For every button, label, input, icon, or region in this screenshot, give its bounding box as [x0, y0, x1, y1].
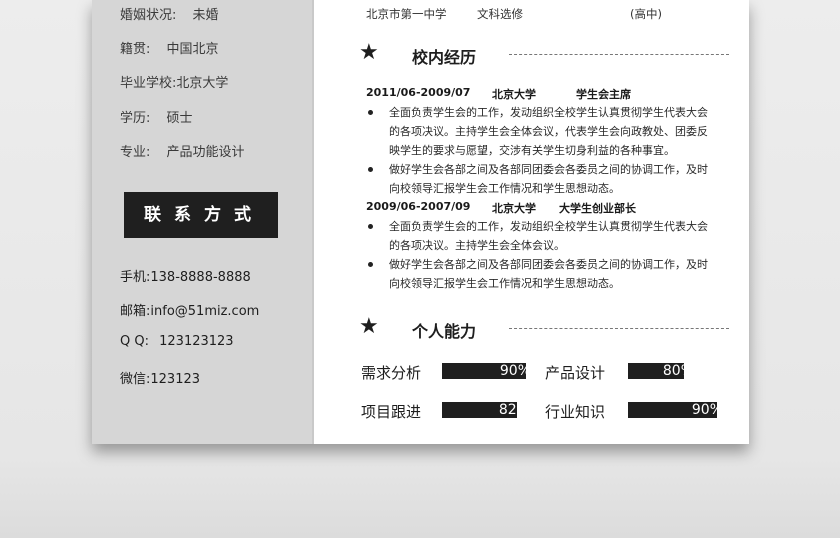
qq-value: 123123123: [159, 334, 234, 349]
school-value: 北京大学: [176, 76, 229, 91]
education-school: 北京市第一中学: [366, 7, 447, 21]
major-value: 产品功能设计: [166, 145, 245, 160]
hometown-label: 籍贯:: [120, 42, 151, 57]
job-2-role: 大学生创业部长: [559, 202, 636, 215]
skill-3-bar: 82%: [442, 402, 534, 418]
wechat-value: 123123: [150, 372, 201, 387]
contact-email: 邮箱:info@51miz.com: [120, 300, 259, 319]
skill-2-bar: 80%: [628, 363, 698, 379]
bullet-dot-icon: [368, 167, 373, 172]
education-major: 文科选修: [477, 7, 523, 21]
contact-heading: 联系方式: [124, 192, 278, 238]
skill-1-bar: 90%: [442, 363, 535, 379]
resume-page: 婚姻状况: 未婚 籍贯: 中国北京 毕业学校:北京大学 学历: 硕士 专业: 产…: [92, 0, 749, 444]
section-divider: [509, 328, 729, 329]
email-value: info@51miz.com: [150, 304, 260, 319]
job-2-bullet-1-text: 全面负责学生会的工作，发动组织全校学生认真贯彻学生代表大会的各项决议。主持学生会…: [389, 220, 708, 252]
contact-phone: 手机:138-8888-8888: [120, 266, 251, 285]
education-level: (高中): [630, 7, 662, 21]
skill-4-bar: 90%: [628, 402, 727, 418]
job-2-period: 2009/06-2007/09: [366, 200, 471, 213]
resume-sidebar: 婚姻状况: 未婚 籍贯: 中国北京 毕业学校:北京大学 学历: 硕士 专业: 产…: [92, 0, 314, 444]
school-label: 毕业学校:: [120, 76, 177, 91]
job-2-bullet-2-text: 做好学生会各部之间及各部同团委会各委员之间的协调工作，及时向校领导汇报学生会工作…: [389, 258, 708, 290]
campus-section-title: 校内经历: [412, 48, 477, 67]
skill-4-name: 行业知识: [545, 403, 606, 421]
resume-main: 北京市第一中学 文科选修 (高中) ★ 校内经历 2011/06-2009/07…: [314, 0, 749, 444]
marital-status-row: 婚姻状况: 未婚: [120, 4, 219, 23]
degree-value: 硕士: [166, 111, 193, 126]
bullet-dot-icon: [368, 224, 373, 229]
wechat-label: 微信:: [120, 372, 151, 387]
email-label: 邮箱:: [120, 304, 151, 319]
skill-2-percent: 80%: [662, 363, 694, 379]
hometown-value: 中国北京: [166, 42, 219, 57]
hometown-row: 籍贯: 中国北京: [120, 38, 219, 57]
skill-1-percent: 90%: [499, 363, 531, 379]
phone-label: 手机:: [120, 270, 151, 285]
skill-2-name: 产品设计: [545, 364, 606, 382]
skill-4-percent: 90%: [691, 402, 723, 418]
contact-wechat: 微信:123123: [120, 368, 200, 387]
campus-section-header: ★ 校内经历: [359, 40, 729, 67]
bullet-dot-icon: [368, 110, 373, 115]
skill-1-name: 需求分析: [361, 364, 422, 382]
phone-value: 138-8888-8888: [150, 270, 251, 285]
skill-3-percent: 82%: [498, 402, 530, 418]
major-label: 专业:: [120, 145, 151, 160]
degree-row: 学历: 硕士: [120, 107, 193, 126]
contact-qq: Q Q: 123123123: [120, 334, 234, 349]
job-1-bullet-2-text: 做好学生会各部之间及各部同团委会各委员之间的协调工作，及时向校领导汇报学生会工作…: [389, 163, 708, 195]
job-1-period: 2011/06-2009/07: [366, 86, 471, 99]
job-1-bullet-1-text: 全面负责学生会的工作，发动组织全校学生认真贯彻学生代表大会的各项决议。主持学生会…: [389, 106, 708, 157]
section-divider: [509, 54, 729, 55]
bullet-dot-icon: [368, 262, 373, 267]
star-icon: ★: [359, 40, 379, 65]
skill-3-name: 项目跟进: [361, 403, 422, 421]
marital-status-label: 婚姻状况:: [120, 8, 177, 23]
job-1-org: 北京大学: [492, 88, 536, 101]
job-2-org: 北京大学: [492, 202, 536, 215]
major-row: 专业: 产品功能设计: [120, 141, 245, 160]
skills-section-header: ★ 个人能力: [359, 314, 729, 341]
marital-status-value: 未婚: [192, 8, 219, 23]
job-1-role: 学生会主席: [576, 88, 631, 101]
school-row: 毕业学校:北京大学: [120, 72, 228, 91]
star-icon: ★: [359, 314, 379, 339]
skills-section-title: 个人能力: [412, 322, 477, 341]
qq-label: Q Q:: [120, 334, 149, 349]
degree-label: 学历:: [120, 111, 151, 126]
